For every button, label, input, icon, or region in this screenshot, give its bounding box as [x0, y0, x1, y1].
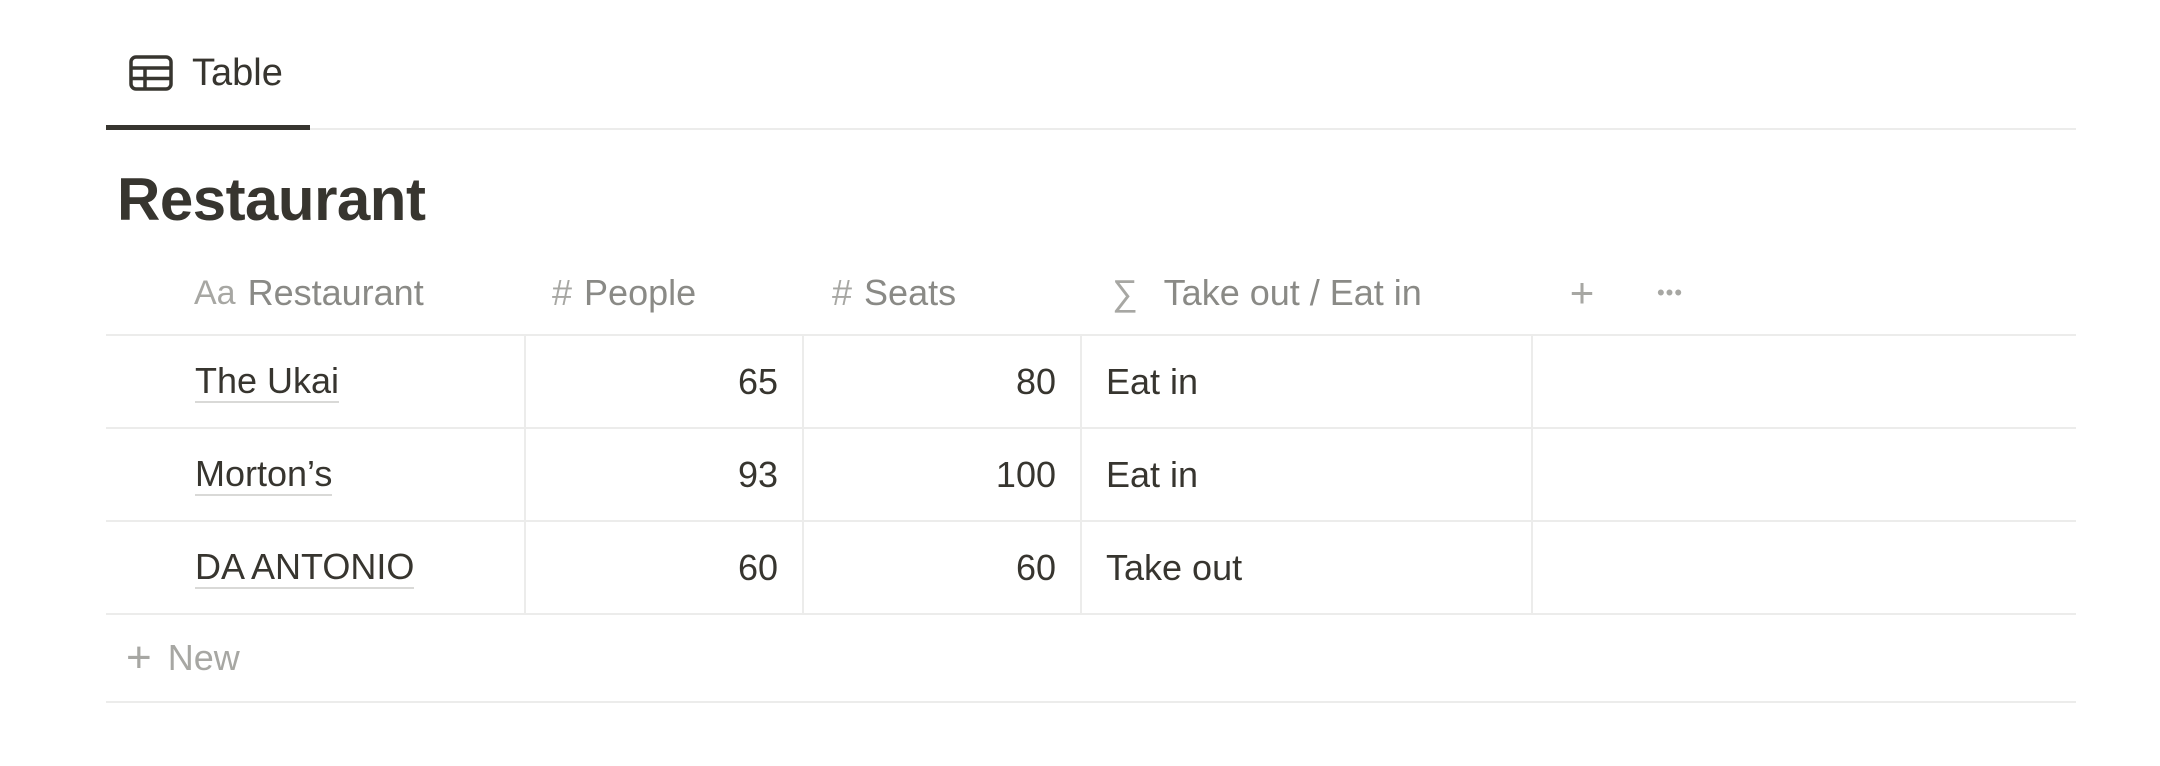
- cell-restaurant[interactable]: Morton’s: [106, 429, 524, 520]
- cell-seats[interactable]: 80: [802, 336, 1080, 427]
- active-tab-indicator: [106, 125, 310, 130]
- new-row-label: New: [167, 637, 240, 678]
- text-property-icon: Aa: [194, 273, 236, 312]
- view-tab-bar: Table: [106, 0, 2076, 130]
- table-row[interactable]: DA ANTONIO 60 60 Take out: [106, 522, 2076, 615]
- cell-people[interactable]: 65: [524, 336, 802, 427]
- plus-icon: +: [1569, 269, 1595, 316]
- cell-empty: [1531, 429, 2076, 520]
- cell-seats[interactable]: 60: [802, 522, 1080, 613]
- number-property-icon: #: [832, 272, 853, 313]
- cell-restaurant[interactable]: The Ukai: [106, 336, 524, 427]
- cell-people[interactable]: 93: [524, 429, 802, 520]
- database-table: Aa Restaurant # People # Seats ∑ Take ou…: [106, 252, 2076, 703]
- column-header-label: Take out / Eat in: [1163, 272, 1422, 313]
- cell-people[interactable]: 60: [524, 522, 802, 613]
- cell-empty: [1531, 336, 2076, 427]
- plus-icon: +: [126, 633, 152, 682]
- column-header-restaurant[interactable]: Aa Restaurant: [194, 252, 424, 334]
- column-header-seats[interactable]: # Seats: [832, 252, 956, 334]
- tab-label: Table: [192, 52, 283, 94]
- add-property-button[interactable]: +: [1560, 252, 1604, 334]
- table-row[interactable]: Morton’s 93 100 Eat in: [106, 429, 2076, 522]
- page-link[interactable]: Morton’s: [195, 453, 333, 496]
- cell-take-out-eat-in[interactable]: Take out: [1080, 522, 1531, 613]
- page-link[interactable]: The Ukai: [195, 360, 340, 403]
- column-header-take-out-eat-in[interactable]: ∑ Take out / Eat in: [1112, 252, 1422, 334]
- table-row[interactable]: The Ukai 65 80 Eat in: [106, 336, 2076, 429]
- database-title[interactable]: Restaurant: [117, 160, 426, 240]
- table-icon: [129, 55, 173, 91]
- tab-table-view[interactable]: Table: [106, 46, 310, 130]
- more-options-button[interactable]: •••: [1646, 252, 1694, 334]
- cell-empty: [1531, 522, 2076, 613]
- number-property-icon: #: [552, 272, 573, 313]
- column-header-label: Restaurant: [247, 272, 424, 313]
- cell-seats[interactable]: 100: [802, 429, 1080, 520]
- table-header-row: Aa Restaurant # People # Seats ∑ Take ou…: [106, 252, 2076, 336]
- more-horizontal-icon: •••: [1656, 280, 1684, 305]
- column-header-label: Seats: [864, 272, 957, 313]
- cell-take-out-eat-in[interactable]: Eat in: [1080, 429, 1531, 520]
- new-row-button[interactable]: + New: [106, 615, 2076, 703]
- page-link[interactable]: DA ANTONIO: [195, 546, 415, 589]
- cell-restaurant[interactable]: DA ANTONIO: [106, 522, 524, 613]
- cell-take-out-eat-in[interactable]: Eat in: [1080, 336, 1531, 427]
- formula-property-icon: ∑: [1112, 272, 1138, 313]
- column-header-label: People: [584, 272, 697, 313]
- column-header-people[interactable]: # People: [552, 252, 696, 334]
